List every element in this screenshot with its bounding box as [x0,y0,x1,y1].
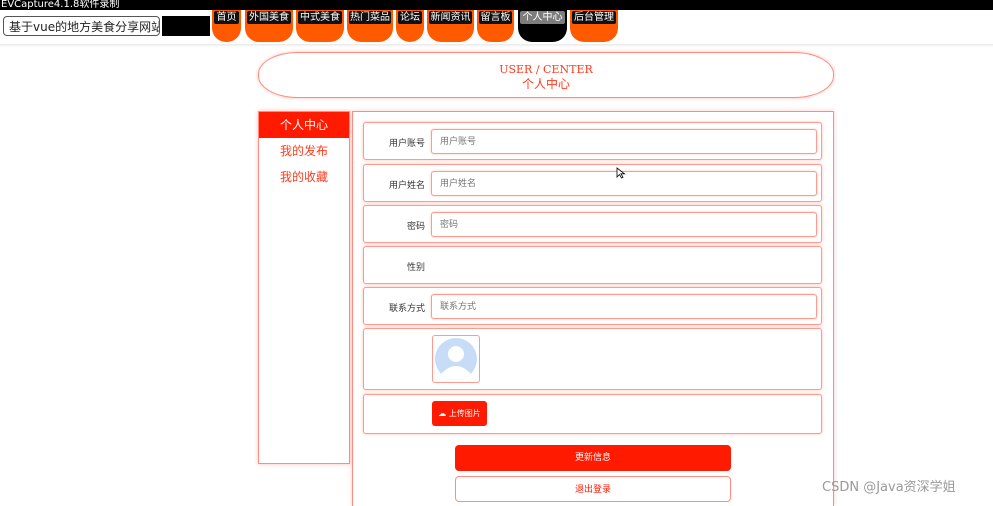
gender-label: 性别 [406,263,425,273]
sidebar: 个人中心 我的发布 我的收藏 [258,111,350,464]
nav-item-news[interactable]: 新闻资讯 [427,10,474,42]
page-title-en: USER / CENTER [499,63,593,76]
nav-item-user-center[interactable]: 个人中心 [518,10,567,42]
nav-label: 热门菜品 [349,11,391,24]
account-label: 用户账号 [388,139,425,149]
nav-label: 个人中心 [520,11,565,24]
nav-label: 外国美食 [247,11,291,24]
logout-button[interactable]: 退出登录 [455,476,731,502]
title-block [162,16,210,36]
sidebar-item-my-posts[interactable]: 我的发布 [259,138,349,164]
upload-label: 上传图片 [448,409,481,418]
sidebar-item-user-center[interactable]: 个人中心 [259,112,349,138]
nav-item-hot-dishes[interactable]: 热门菜品 [347,10,393,42]
form-row-upload: ☁ 上传图片 [363,394,822,434]
cloud-upload-icon: ☁ [438,409,447,418]
nav-item-home[interactable]: 首页 [212,10,241,42]
nav-label: 中式美食 [298,11,342,24]
update-info-button[interactable]: 更新信息 [455,445,731,471]
sidebar-item-my-favorites[interactable]: 我的收藏 [259,164,349,190]
watermark: CSDN @Java资深学姐 [822,480,956,495]
default-avatar-icon [435,338,477,380]
nav-label: 首页 [214,11,239,24]
contact-label: 联系方式 [388,304,425,314]
recorder-strip [0,0,993,10]
nav-label: 后台管理 [572,11,616,24]
contact-input[interactable] [431,294,817,319]
form-row-name: 用户姓名 [363,164,822,202]
nav-item-chinese-food[interactable]: 中式美食 [296,10,344,42]
nav-item-admin[interactable]: 后台管理 [570,10,618,42]
avatar[interactable] [432,335,480,383]
page-title-box: USER / CENTER 个人中心 [258,52,834,98]
nav-label: 新闻资讯 [429,11,472,24]
form-row-avatar [363,328,822,390]
upload-image-button[interactable]: ☁ 上传图片 [432,401,487,426]
page-title-cn: 个人中心 [521,77,570,91]
form-row-password: 密码 [363,205,822,243]
nav-item-forum[interactable]: 论坛 [396,10,424,42]
mouse-cursor-icon [616,167,626,179]
nav-item-guestbook[interactable]: 留言板 [477,10,514,42]
site-title[interactable]: 基于vue的地方美食分享网站 [3,16,160,36]
name-label: 用户姓名 [388,181,425,191]
form-row-contact: 联系方式 [363,287,822,325]
nav-item-foreign-food[interactable]: 外国美食 [245,10,293,42]
form-row-account: 用户账号 [363,122,822,160]
account-input[interactable] [431,129,817,154]
nav-label: 留言板 [479,11,512,24]
form-row-gender: 性别 [363,246,822,284]
header-shadow [0,44,993,47]
password-input[interactable] [431,212,817,237]
nav-label: 论坛 [398,11,422,24]
password-label: 密码 [406,222,425,232]
